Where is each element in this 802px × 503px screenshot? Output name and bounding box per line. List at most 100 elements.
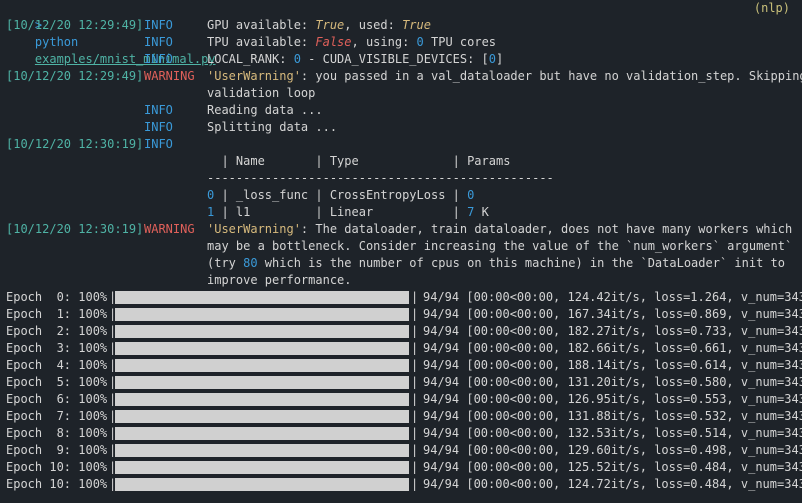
log-message: validation loop	[207, 85, 315, 102]
log-message: TPU available: False, using: 0 TPU cores	[207, 34, 496, 51]
log-message-part: Reading data ...	[207, 103, 323, 117]
epoch-label: Epoch 8: 100%	[6, 426, 108, 440]
log-timestamp: [10/12/20 12:29:49]	[6, 69, 144, 83]
epoch-progress-row: Epoch 0: 100% | | 94/94 [00:00<00:00, 124.4…	[6, 289, 802, 306]
epoch-label: Epoch 6: 100%	[6, 392, 108, 406]
bar-right-edge: |	[411, 341, 419, 355]
progress-bar-fill	[115, 308, 409, 321]
bar-right-edge: |	[411, 409, 419, 423]
log-message: improve performance.	[207, 272, 352, 289]
log-message-part: (try	[207, 256, 244, 270]
log-message-part: LOCAL_RANK:	[207, 52, 294, 66]
log-message-part: TPU cores	[423, 35, 497, 49]
bar-right-edge: |	[411, 358, 419, 372]
log-line: INFO Reading data ...	[6, 102, 802, 119]
epoch-progress-row: Epoch 4: 100% | | 94/94 [00:00<00:00, 188.1…	[6, 357, 802, 374]
bar-right-edge: |	[411, 375, 419, 389]
epoch-stats: 94/94 [00:00<00:00, 125.52it/s, loss=0.4…	[423, 460, 802, 474]
epoch-label: Epoch 1: 100%	[6, 307, 108, 321]
bar-right-edge: |	[411, 477, 419, 491]
log-line: ----------------------------------------…	[6, 170, 802, 187]
log-message: 'UserWarning': you passed in a val_datal…	[207, 68, 802, 85]
epoch-stats: 94/94 [00:00<00:00, 188.14it/s, loss=0.6…	[423, 358, 802, 372]
log-message-part: improve performance.	[207, 273, 352, 287]
progress-output: Epoch 0: 100% | | 94/94 [00:00<00:00, 124.4…	[6, 289, 802, 493]
log-line: [10/12/20 12:29:49] WARNING 'UserWarning':…	[6, 68, 802, 85]
log-line: may be a bottleneck. Consider increasing…	[6, 238, 802, 255]
log-message-part: 'UserWarning'	[207, 222, 301, 236]
epoch-label: Epoch 10: 100%	[6, 477, 108, 491]
epoch-label: Epoch 10: 100%	[6, 460, 108, 474]
log-level: INFO	[144, 18, 173, 32]
log-message-part: ----------------------------------------…	[207, 171, 554, 185]
log-line: (try 80 which is the number of cpus on t…	[6, 255, 802, 272]
progress-bar	[115, 461, 409, 474]
epoch-stats: 94/94 [00:00<00:00, 182.27it/s, loss=0.7…	[423, 324, 802, 338]
progress-bar-fill	[115, 342, 409, 355]
bar-right-edge: |	[411, 392, 419, 406]
epoch-progress-row: Epoch 3: 100% | | 94/94 [00:00<00:00, 182.6…	[6, 340, 802, 357]
log-level: INFO	[144, 52, 173, 66]
log-message-part: may be a bottleneck. Consider increasing…	[207, 239, 793, 253]
epoch-stats: 94/94 [00:00<00:00, 131.20it/s, loss=0.5…	[423, 375, 802, 389]
bar-right-edge: |	[411, 460, 419, 474]
progress-bar-fill	[115, 291, 409, 304]
log-message: Reading data ...	[207, 102, 323, 119]
log-message-part: True	[402, 18, 431, 32]
progress-bar-fill	[115, 393, 409, 406]
bar-right-edge: |	[411, 426, 419, 440]
log-message-part: - CUDA_VISIBLE_DEVICES: [	[300, 52, 489, 66]
progress-bar	[115, 325, 409, 338]
log-level: WARNING	[144, 222, 195, 236]
env-indicator: (nlp)	[753, 1, 790, 15]
bar-right-edge: |	[411, 443, 419, 457]
log-message-part: 0	[293, 52, 301, 66]
progress-bar-fill	[115, 427, 409, 440]
progress-bar	[115, 427, 409, 440]
log-message-part: Splitting data ...	[207, 120, 338, 134]
log-timestamp: [10/12/20 12:30:19]	[6, 222, 144, 236]
log-line: INFO Splitting data ...	[6, 119, 802, 136]
progress-bar	[115, 478, 409, 491]
epoch-label: Epoch 9: 100%	[6, 443, 108, 457]
log-level: INFO	[144, 137, 173, 151]
log-line: [10/12/20 12:29:49] INFO GPU available: Tr…	[6, 17, 802, 34]
log-message: LOCAL_RANK: 0 - CUDA_VISIBLE_DEVICES: [0…	[207, 51, 503, 68]
epoch-label: Epoch 3: 100%	[6, 341, 108, 355]
log-line: improve performance.	[6, 272, 802, 289]
epoch-stats: 94/94 [00:00<00:00, 131.88it/s, loss=0.5…	[423, 409, 802, 423]
epoch-stats: 94/94 [00:00<00:00, 126.95it/s, loss=0.5…	[423, 392, 802, 406]
log-message: 1 | l1 | Linear | 7 K	[207, 204, 489, 221]
log-message-part: | _loss_func | CrossEntropyLoss |	[214, 188, 468, 202]
log-message-part: True	[315, 18, 345, 32]
progress-bar	[115, 376, 409, 389]
log-level: WARNING	[144, 69, 195, 83]
log-message-part: 80	[243, 256, 258, 270]
progress-bar	[115, 393, 409, 406]
log-message-part: 'UserWarning'	[207, 69, 301, 83]
epoch-progress-row: Epoch 5: 100% | | 94/94 [00:00<00:00, 131.2…	[6, 374, 802, 391]
log-output: [10/12/20 12:29:49] INFO GPU available: Tr…	[6, 17, 802, 289]
log-line: [10/12/20 12:30:19] WARNING 'UserWarning':…	[6, 221, 802, 238]
epoch-stats: 94/94 [00:00<00:00, 124.42it/s, loss=1.2…	[423, 290, 802, 304]
log-line: INFO LOCAL_RANK: 0 - CUDA_VISIBLE_DEVICES…	[6, 51, 802, 68]
log-message: 'UserWarning': The dataloader, train dat…	[207, 221, 792, 238]
log-message: 0 | _loss_func | CrossEntropyLoss | 0	[207, 187, 474, 204]
epoch-label: Epoch 4: 100%	[6, 358, 108, 372]
terminal-window[interactable]: > python examples/mnist_minimal.py (nlp)…	[0, 0, 802, 503]
epoch-progress-row: Epoch 10: 100% | | 94/94 [00:00<00:00, 125.…	[6, 459, 802, 476]
epoch-label: Epoch 7: 100%	[6, 409, 108, 423]
log-message: Splitting data ...	[207, 119, 337, 136]
log-message: | Name | Type | Params	[207, 153, 510, 170]
log-message-part: TPU available:	[207, 35, 316, 49]
epoch-label: Epoch 0: 100%	[6, 290, 108, 304]
log-message-part: which is the number of cpus on this mach…	[257, 256, 785, 270]
log-level: INFO	[144, 35, 173, 49]
log-message-part: 0	[488, 52, 497, 66]
log-message-part: validation loop	[207, 86, 316, 100]
log-message-part: | l1 | Linear |	[214, 205, 468, 219]
log-message: may be a bottleneck. Consider increasing…	[207, 238, 792, 255]
log-message-part: | Name | Type | Params	[207, 154, 511, 168]
epoch-label: Epoch 5: 100%	[6, 375, 108, 389]
progress-bar	[115, 308, 409, 321]
